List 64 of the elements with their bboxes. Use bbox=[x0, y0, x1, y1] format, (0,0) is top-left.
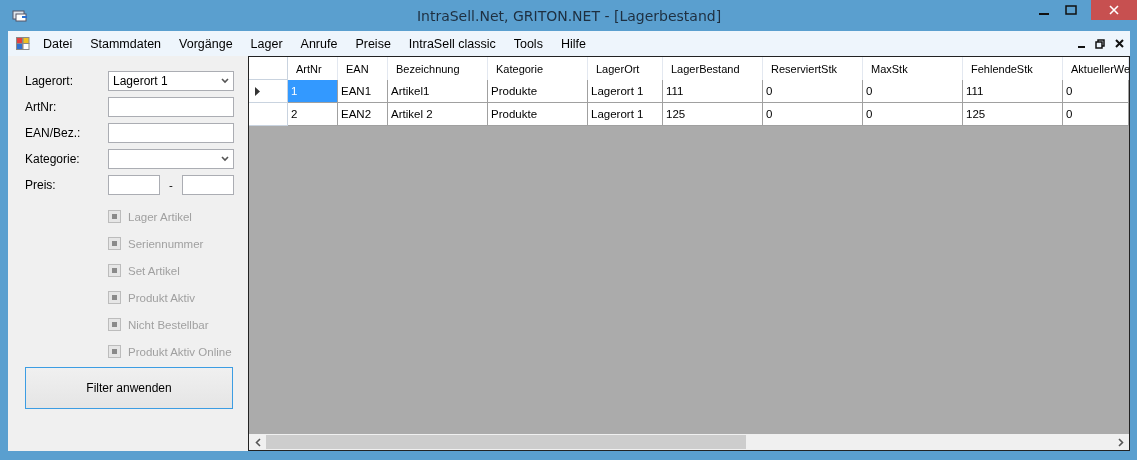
checkbox-label: Produkt Aktiv Online bbox=[128, 345, 232, 358]
chevron-down-icon bbox=[221, 156, 229, 162]
current-row-icon bbox=[255, 86, 260, 96]
checkbox-label: Nicht Bestellbar bbox=[128, 318, 209, 331]
maximize-icon bbox=[1064, 5, 1077, 15]
field-label: Kategorie: bbox=[25, 152, 81, 166]
menu-item[interactable]: Hilfe bbox=[551, 36, 595, 51]
input-field[interactable] bbox=[182, 175, 234, 195]
table-cell: 0 bbox=[1063, 80, 1129, 103]
dropdown[interactable]: Lagerort 1 bbox=[108, 71, 234, 91]
filter-button[interactable]: Filter anwenden bbox=[25, 367, 233, 409]
menu-item[interactable]: Tools bbox=[504, 36, 552, 51]
app-icon bbox=[12, 8, 28, 23]
input-field[interactable] bbox=[108, 97, 234, 117]
input-field[interactable] bbox=[108, 123, 234, 143]
table-cell: Produkte bbox=[488, 80, 588, 103]
menu-item[interactable]: Anrufe bbox=[291, 36, 347, 51]
scroll-left-icon[interactable] bbox=[254, 437, 261, 447]
table-cell: 2 bbox=[288, 103, 338, 126]
menu-item[interactable]: Vorgänge bbox=[170, 36, 242, 51]
table-cell: 111 bbox=[963, 80, 1063, 103]
table-cell: 0 bbox=[1063, 103, 1129, 126]
table-cell: 0 bbox=[863, 103, 963, 126]
close-icon bbox=[1109, 5, 1119, 15]
menu-item[interactable]: Stammdaten bbox=[81, 36, 171, 51]
menu-item[interactable]: Lager bbox=[241, 36, 292, 51]
table-cell: EAN2 bbox=[338, 103, 388, 126]
table-cell: Lagerort 1 bbox=[588, 80, 663, 103]
menu-item[interactable]: IntraSell classic bbox=[399, 36, 505, 51]
table-cell: EAN1 bbox=[338, 80, 388, 103]
scroll-thumb[interactable] bbox=[266, 435, 746, 449]
table-cell: Artikel1 bbox=[388, 80, 488, 103]
table-cell: 125 bbox=[663, 103, 763, 126]
restore-button[interactable] bbox=[1095, 38, 1105, 49]
checkbox-label: Set Artikel bbox=[128, 264, 180, 277]
menu-item[interactable]: Preise bbox=[346, 36, 400, 51]
table-cell: 1 bbox=[288, 80, 338, 103]
minimize-icon bbox=[1038, 13, 1049, 15]
table-cell: 111 bbox=[663, 80, 763, 103]
document-icon[interactable] bbox=[16, 37, 30, 50]
checkbox-label: Produkt Aktiv bbox=[128, 291, 196, 304]
checkbox-label: Lager Artikel bbox=[128, 210, 192, 223]
close-button[interactable] bbox=[1115, 39, 1124, 48]
range-separator: - bbox=[168, 179, 174, 191]
field-label: ArtNr: bbox=[25, 100, 58, 114]
table-cell: 0 bbox=[763, 80, 863, 103]
field-label: EAN/Bez.: bbox=[25, 126, 82, 140]
window-title: IntraSell.Net, GRITON.NET - [Lagerbestand] bbox=[416, 7, 722, 24]
table-cell: Produkte bbox=[488, 103, 588, 126]
table-cell: 125 bbox=[963, 103, 1063, 126]
table-cell: 0 bbox=[863, 80, 963, 103]
checkbox-label: Seriennummer bbox=[128, 237, 204, 250]
horizontal-scrollbar[interactable] bbox=[249, 434, 1129, 450]
table-cell: Lagerort 1 bbox=[588, 103, 663, 126]
menu-item[interactable]: Datei bbox=[34, 36, 82, 51]
table-cell: 0 bbox=[763, 103, 863, 126]
input-field[interactable] bbox=[108, 175, 160, 195]
row-header[interactable] bbox=[249, 80, 288, 103]
table-cell: Artikel 2 bbox=[388, 103, 488, 126]
scroll-right-icon[interactable] bbox=[1117, 437, 1124, 447]
field-label: Lagerort: bbox=[25, 74, 75, 88]
dropdown[interactable] bbox=[108, 149, 234, 169]
chevron-down-icon bbox=[221, 78, 229, 84]
field-label: Preis: bbox=[25, 178, 57, 192]
